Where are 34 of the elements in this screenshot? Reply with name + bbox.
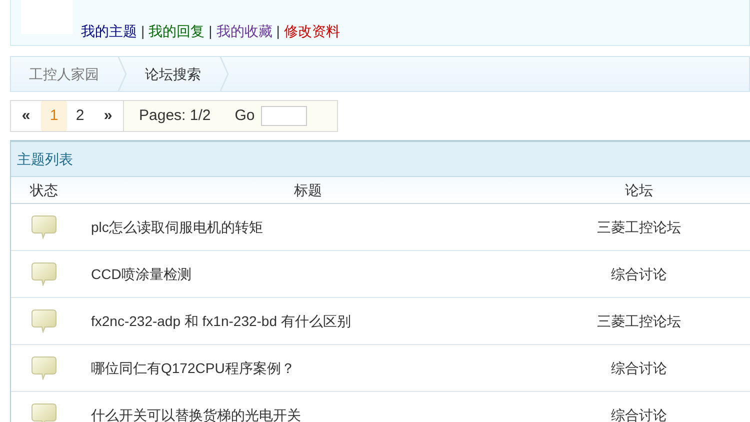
forum-link[interactable]: 综合讨论 [611,264,667,284]
breadcrumb-link[interactable]: 工控人家园 [11,64,117,84]
speech-bubble-icon [31,309,57,333]
user-link[interactable]: 我的主题 [81,20,137,42]
column-header: 标题 [294,180,322,200]
last-page-link[interactable]: » [93,101,123,131]
speech-bubble-icon [31,356,57,380]
first-page-link[interactable]: « [11,101,41,131]
breadcrumb-link[interactable]: 论坛搜索 [127,64,219,84]
speech-bubble-icon [31,262,57,286]
page-input-field[interactable] [260,106,307,126]
forum-link[interactable]: 综合讨论 [611,404,667,422]
page-info: Pages: 1/2 [139,106,211,126]
speech-bubble-icon [31,215,57,239]
separator: | [276,22,280,41]
forum-link[interactable]: 三菱工控论坛 [597,310,681,332]
topic-title-link[interactable]: CCD喷涂量检测 [91,266,192,282]
speech-bubble-icon [31,403,57,422]
user-link[interactable]: 修改资料 [284,20,340,42]
topic-title-link[interactable]: 哪位同仁有Q172CPU程序案例？ [91,360,295,376]
column-header: 论坛 [625,180,653,200]
forum-link[interactable]: 综合讨论 [611,358,667,378]
panel-title: 主题列表 [17,150,73,168]
topic-title-link[interactable]: fx2nc-232-adp 和 fx1n-232-bd 有什么区别 [91,312,351,328]
forum-link[interactable]: 三菱工控论坛 [597,216,681,238]
user-link[interactable]: 我的回复 [148,20,205,42]
topic-title-link[interactable]: plc怎么读取伺服电机的转矩 [91,218,263,234]
topic-title-link[interactable]: 什么开关可以替换货梯的光电开关 [91,406,301,422]
separator: | [208,22,212,41]
go-label: Go [234,106,255,126]
page-link[interactable]: 2 [67,101,93,131]
separator: | [141,22,145,41]
column-header: 状态 [30,180,58,200]
user-link[interactable]: 我的收藏 [216,20,272,42]
